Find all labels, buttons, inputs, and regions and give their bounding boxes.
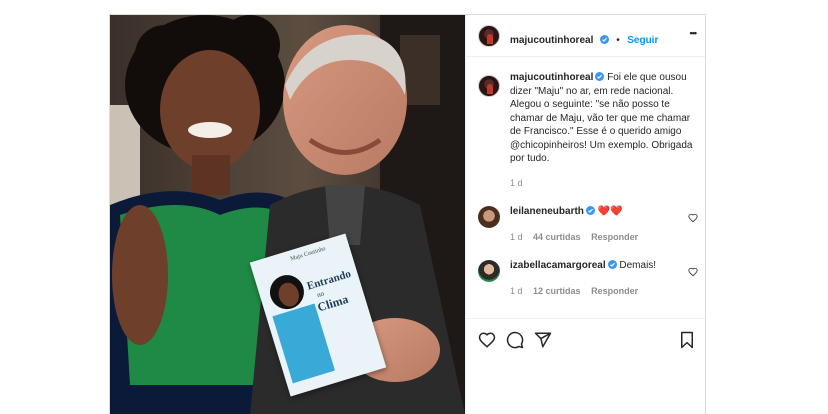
commenter-avatar[interactable] <box>478 260 500 282</box>
post-photo[interactable]: Maju Coutinho Entrando no Clima <box>110 15 465 414</box>
comment-likes[interactable]: 44 curtidas <box>533 232 581 242</box>
comment-time: 1 d <box>510 232 523 242</box>
verified-badge-icon <box>599 35 609 44</box>
verified-badge-icon <box>585 206 595 215</box>
comment-username[interactable]: izabellacamargoreal <box>510 260 606 271</box>
post-header: majucoutinhoreal • Seguir ••• <box>466 15 705 57</box>
comment-likes[interactable]: 12 curtidas <box>533 286 581 296</box>
heart-icon[interactable] <box>478 331 496 349</box>
verified-badge-icon <box>595 72 605 81</box>
caption-username[interactable]: majucoutinhoreal <box>510 72 593 83</box>
more-options-icon[interactable]: ••• <box>690 28 698 38</box>
caption-text: Foi ele que ousou dizer "Maju" no ar, em… <box>510 72 693 164</box>
comment-reply-button[interactable]: Responder <box>591 286 638 296</box>
verified-badge-icon <box>607 260 617 269</box>
author-avatar[interactable] <box>478 25 500 47</box>
comment-username[interactable]: leilaneneubarth <box>510 206 584 217</box>
post-modal: Maju Coutinho Entrando no Clima majucout… <box>109 14 706 414</box>
comment-text: Demais! <box>619 260 657 271</box>
book-author: Maju Coutinho <box>289 246 327 263</box>
post-actions-bar <box>466 318 705 360</box>
commenter-avatar[interactable] <box>478 206 500 228</box>
caption-body: majucoutinhoreal Foi ele que ousou dizer… <box>510 71 700 190</box>
like-comment-heart-icon[interactable] <box>688 267 698 277</box>
comment-reply-button[interactable]: Responder <box>591 232 638 242</box>
like-comment-heart-icon[interactable] <box>688 213 698 223</box>
caption-time: 1 d <box>510 177 523 188</box>
book-title-line1: Entrando <box>305 267 353 293</box>
author-username[interactable]: majucoutinhoreal <box>510 35 593 46</box>
caption-avatar[interactable] <box>478 75 500 97</box>
header-separator: • <box>616 35 620 46</box>
follow-button[interactable]: Seguir <box>627 35 658 46</box>
bookmark-icon[interactable] <box>678 331 696 349</box>
comment-text: ❤️❤️ <box>597 206 623 217</box>
share-icon[interactable] <box>534 331 552 349</box>
post-side-panel: majucoutinhoreal • Seguir ••• majucoutin… <box>465 15 705 414</box>
comment-time: 1 d <box>510 286 523 296</box>
comment-icon[interactable] <box>506 331 524 349</box>
